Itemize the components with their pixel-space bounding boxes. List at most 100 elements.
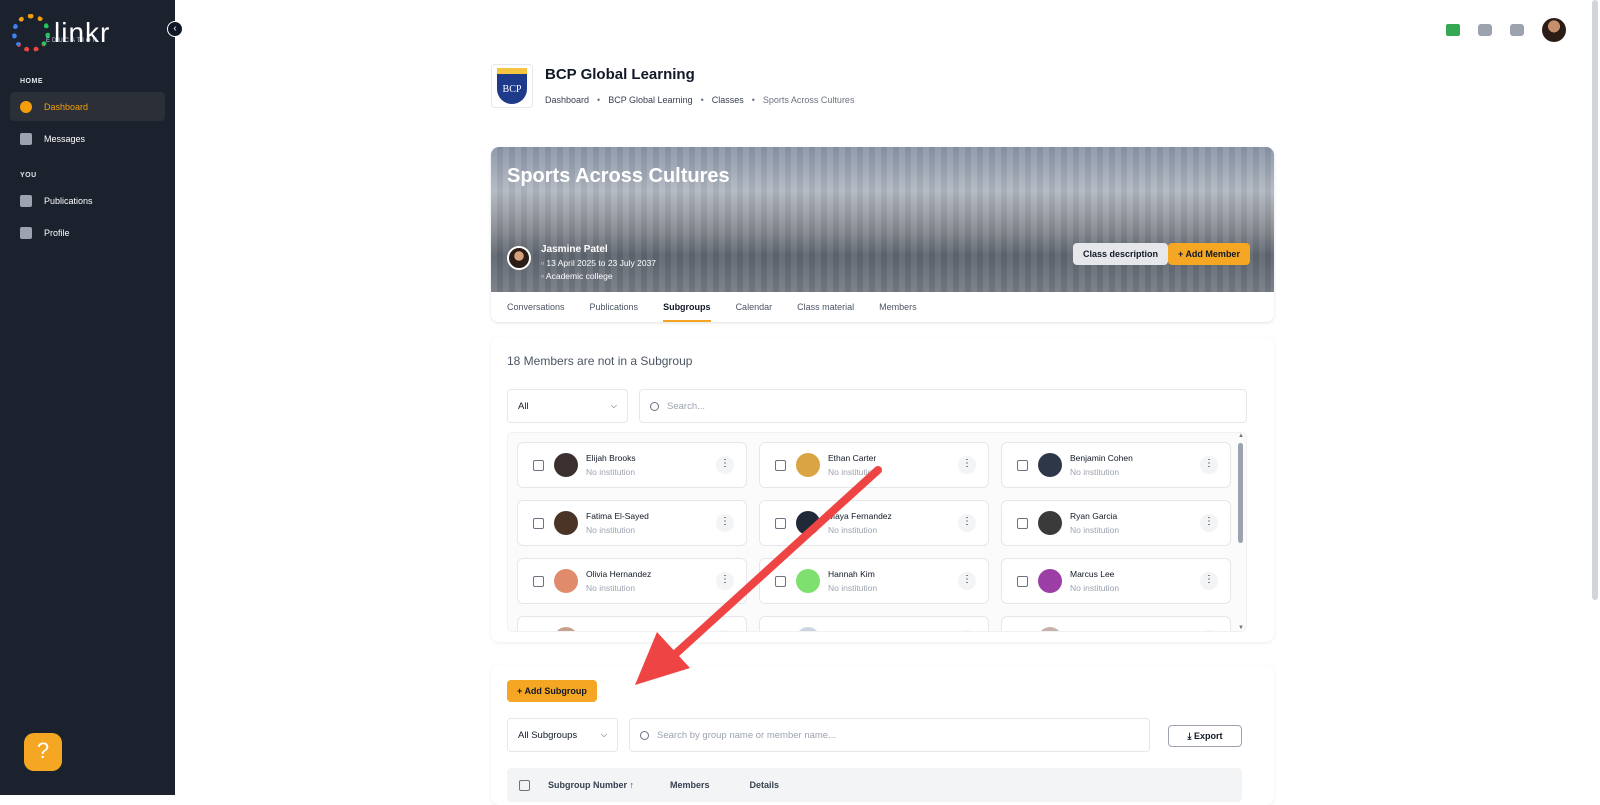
teacher-name[interactable]: Jasmine Patel xyxy=(541,244,656,255)
page-scrollbar[interactable] xyxy=(1592,0,1598,600)
member-filter-select[interactable]: All ⌵ xyxy=(507,389,628,423)
member-search-input[interactable]: Search... xyxy=(639,389,1247,423)
breadcrumb-current: Sports Across Cultures xyxy=(762,95,855,105)
org-logo: BCP xyxy=(491,64,533,108)
user-avatar[interactable] xyxy=(1542,18,1566,42)
member-avatar xyxy=(796,511,820,535)
linkr-logo[interactable]: linkr xyxy=(12,14,110,52)
member-avatar xyxy=(1038,511,1062,535)
more-options-icon[interactable]: ⋮ xyxy=(1200,514,1218,532)
more-options-icon[interactable]: ⋮ xyxy=(716,456,734,474)
sidebar-item-messages[interactable]: Messages xyxy=(10,124,165,153)
member-card[interactable]: Hannah Kim No institution ⋮ xyxy=(759,558,989,604)
member-card[interactable]: Fatima El-Sayed No institution ⋮ xyxy=(517,500,747,546)
tab-publications[interactable]: Publications xyxy=(590,292,639,322)
member-checkbox[interactable] xyxy=(1017,517,1028,529)
member-card[interactable]: Maya Fernandez No institution ⋮ xyxy=(759,500,989,546)
sidebar-item-label: Profile xyxy=(44,227,70,238)
tab-class-material[interactable]: Class material xyxy=(797,292,854,322)
more-options-icon[interactable]: ⋮ xyxy=(1200,572,1218,590)
member-name: Benjamin Cohen xyxy=(1070,453,1133,463)
nav-section-you: YOU xyxy=(20,172,37,179)
class-dates: ▫ 13 April 2025 to 23 July 2037 xyxy=(541,258,657,268)
top-bar-icons xyxy=(1446,18,1566,42)
member-checkbox[interactable] xyxy=(533,459,544,471)
add-subgroup-button[interactable]: + Add Subgroup xyxy=(507,680,597,702)
member-card[interactable]: Ryan Garcia No institution ⋮ xyxy=(1001,500,1231,546)
member-institution: No institution xyxy=(1070,583,1120,593)
bcp-shield-icon: BCP xyxy=(497,68,527,104)
subgroup-search-input[interactable]: Search by group name or member name... xyxy=(629,718,1150,752)
breadcrumb-org[interactable]: BCP Global Learning xyxy=(608,95,692,105)
member-card[interactable]: Kai Nakamura⋮ xyxy=(759,616,989,631)
sort-arrow-icon: ↑ xyxy=(629,780,635,790)
teacher-avatar[interactable] xyxy=(507,246,531,270)
member-search-placeholder: Search... xyxy=(667,400,706,412)
class-card: Sports Across Cultures Jasmine Patel ▫ 1… xyxy=(491,147,1274,322)
scroll-up-icon[interactable]: ▲ xyxy=(1238,433,1244,439)
sidebar: linkr EDUCATION ‹ HOME Dashboard Message… xyxy=(0,0,183,795)
member-grid-scrollbar[interactable] xyxy=(1238,443,1243,543)
scroll-down-icon[interactable]: ▼ xyxy=(1238,625,1244,631)
unassigned-members-panel: 18 Members are not in a Subgroup All ⌵ Se… xyxy=(491,337,1274,642)
more-options-icon[interactable]: ⋮ xyxy=(1200,456,1218,474)
member-name: Hannah Kim xyxy=(828,569,875,579)
subgroup-filter-select[interactable]: All Subgroups ⌵ xyxy=(507,718,618,752)
nav-section-home: HOME xyxy=(20,78,43,85)
subgroups-panel: + Add Subgroup All Subgroups ⌵ Search by … xyxy=(491,665,1274,805)
breadcrumb-classes[interactable]: Classes xyxy=(712,95,744,105)
member-institution: No institution xyxy=(1070,467,1120,477)
logo-subtitle: EDUCATION xyxy=(46,38,99,44)
member-card[interactable]: Ethan Carter No institution ⋮ xyxy=(759,442,989,488)
more-options-icon[interactable]: ⋮ xyxy=(958,572,976,590)
member-institution: No institution xyxy=(828,583,878,593)
sidebar-item-dashboard[interactable]: Dashboard xyxy=(10,92,165,121)
member-card[interactable]: Olivia Hernandez No institution ⋮ xyxy=(517,558,747,604)
tab-subgroups[interactable]: Subgroups xyxy=(663,292,711,322)
export-button[interactable]: ⤓ Export xyxy=(1168,725,1242,747)
more-options-icon[interactable]: ⋮ xyxy=(958,456,976,474)
breadcrumb-dashboard[interactable]: Dashboard xyxy=(545,95,589,105)
help-button[interactable]: ? xyxy=(24,733,62,771)
tab-conversations[interactable]: Conversations xyxy=(507,292,565,322)
member-institution: No institution xyxy=(1070,525,1120,535)
sidebar-item-publications[interactable]: Publications xyxy=(10,186,165,215)
collapse-sidebar-button[interactable]: ‹ xyxy=(167,21,183,37)
member-card[interactable]: Sophia Nguyen⋮ xyxy=(1001,616,1231,631)
more-options-icon[interactable]: ⋮ xyxy=(716,514,734,532)
select-all-checkbox[interactable] xyxy=(519,779,530,791)
sidebar-item-label: Publications xyxy=(44,195,93,206)
class-description-button[interactable]: Class description xyxy=(1073,243,1169,265)
col-subgroup-number[interactable]: Subgroup Number ↑ xyxy=(548,780,634,790)
more-options-icon[interactable]: ⋮ xyxy=(716,572,734,590)
member-checkbox[interactable] xyxy=(775,517,786,529)
member-checkbox[interactable] xyxy=(1017,575,1028,587)
member-name: Elijah Brooks xyxy=(586,453,636,463)
more-options-icon[interactable]: ⋮ xyxy=(958,514,976,532)
add-member-button[interactable]: + Add Member xyxy=(1168,243,1250,265)
member-card[interactable]: Aisha Malik⋮ xyxy=(517,616,747,631)
member-checkbox[interactable] xyxy=(1017,459,1028,471)
member-card[interactable]: Marcus Lee No institution ⋮ xyxy=(1001,558,1231,604)
search-icon xyxy=(640,730,649,740)
tab-calendar[interactable]: Calendar xyxy=(736,292,773,322)
sidebar-item-profile[interactable]: Profile xyxy=(10,218,165,247)
member-checkbox[interactable] xyxy=(533,517,544,529)
more-options-icon[interactable]: ⋮ xyxy=(958,630,976,631)
member-institution: No institution xyxy=(828,525,878,535)
member-checkbox[interactable] xyxy=(775,575,786,587)
tab-members[interactable]: Members xyxy=(879,292,917,322)
chevron-down-icon: ⌵ xyxy=(610,401,617,410)
google-meet-icon[interactable] xyxy=(1446,24,1460,36)
more-options-icon[interactable]: ⋮ xyxy=(716,630,734,631)
class-title: Sports Across Cultures xyxy=(507,165,730,187)
more-options-icon[interactable]: ⋮ xyxy=(1200,630,1218,631)
member-card[interactable]: Elijah Brooks No institution ⋮ xyxy=(517,442,747,488)
member-avatar xyxy=(554,511,578,535)
member-checkbox[interactable] xyxy=(533,575,544,587)
search-icon xyxy=(650,401,659,411)
member-checkbox[interactable] xyxy=(775,459,786,471)
bell-icon[interactable] xyxy=(1478,24,1492,36)
chat-icon[interactable] xyxy=(1510,24,1524,36)
member-card[interactable]: Benjamin Cohen No institution ⋮ xyxy=(1001,442,1231,488)
